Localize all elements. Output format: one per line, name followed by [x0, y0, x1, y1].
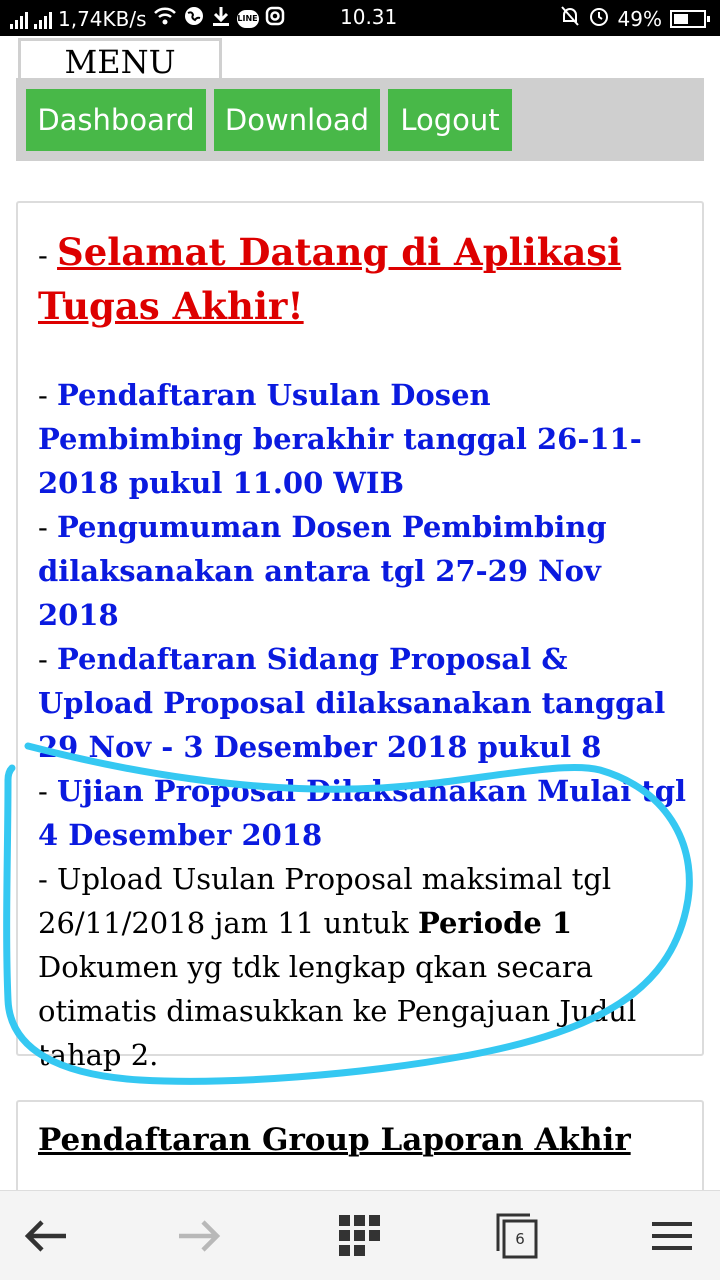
welcome-line: - Selamat Datang di Aplikasi Tugas Akhir… [38, 225, 688, 333]
menu-bar: Dashboard Download Logout [16, 78, 704, 161]
announcement-content: - Selamat Datang di Aplikasi Tugas Akhir… [38, 225, 688, 1077]
battery-icon [670, 9, 710, 28]
announcement-item: - Pengumuman Dosen Pembimbing dilaksanak… [38, 505, 688, 637]
item-prefix: - [38, 774, 58, 808]
mute-icon [560, 5, 580, 32]
signal-icon [10, 9, 28, 29]
logout-button[interactable]: Logout [388, 89, 512, 151]
announcement-item: - Ujian Proposal Dilaksanakan Mulai tgl … [38, 769, 688, 857]
wifi-icon [153, 6, 177, 31]
item-prefix: - [38, 510, 58, 544]
signal-icon [34, 9, 52, 29]
network-speed: 1,74KB/s [58, 6, 147, 31]
upload-note-rest: Dokumen yg tdk lengkap qkan secara otima… [38, 950, 637, 1072]
hamburger-menu-icon[interactable] [627, 1191, 717, 1280]
alarm-icon [588, 5, 610, 32]
instagram-icon [265, 6, 285, 31]
forward-arrow-icon[interactable] [155, 1191, 245, 1280]
menu-title: MENU [18, 38, 222, 81]
browser-toolbar: 6 [0, 1190, 720, 1280]
item-prefix: - [38, 642, 58, 676]
announcement-item: - Pendaftaran Sidang Proposal & Upload P… [38, 637, 688, 769]
download-icon [211, 5, 231, 32]
welcome-prefix: - [38, 238, 58, 272]
download-button[interactable]: Download [214, 89, 380, 151]
line-icon: LINE [236, 9, 259, 28]
upload-note: - Upload Usulan Proposal maksimal tgl 26… [38, 857, 688, 1077]
announcement-item-text: Pendaftaran Sidang Proposal & Upload Pro… [38, 642, 666, 764]
announcement-item: - Pendaftaran Usulan Dosen Pembimbing be… [38, 373, 688, 505]
globe-icon [183, 5, 205, 32]
group-report-link[interactable]: Pendaftaran Group Laporan Akhir [38, 1122, 631, 1158]
tab-count: 6 [515, 1230, 525, 1248]
tabs-icon[interactable]: 6 [472, 1191, 562, 1280]
battery-level: 49% [617, 6, 662, 31]
upload-note-period: Periode 1 [417, 906, 573, 940]
back-arrow-icon[interactable] [0, 1191, 90, 1280]
welcome-heading: Selamat Datang di Aplikasi Tugas Akhir! [38, 230, 622, 328]
grid-icon[interactable] [315, 1191, 405, 1280]
announcement-item-text: Pendaftaran Usulan Dosen Pembimbing bera… [38, 378, 642, 500]
status-bar: 1,74KB/s LINE 10.31 49% [0, 0, 720, 36]
announcement-item-text: Ujian Proposal Dilaksanakan Mulai tgl 4 … [38, 774, 686, 852]
clock: 10.31 [340, 5, 398, 29]
dashboard-button[interactable]: Dashboard [26, 89, 206, 151]
announcement-item-text: Pengumuman Dosen Pembimbing dilaksanakan… [38, 510, 607, 632]
item-prefix: - [38, 378, 58, 412]
